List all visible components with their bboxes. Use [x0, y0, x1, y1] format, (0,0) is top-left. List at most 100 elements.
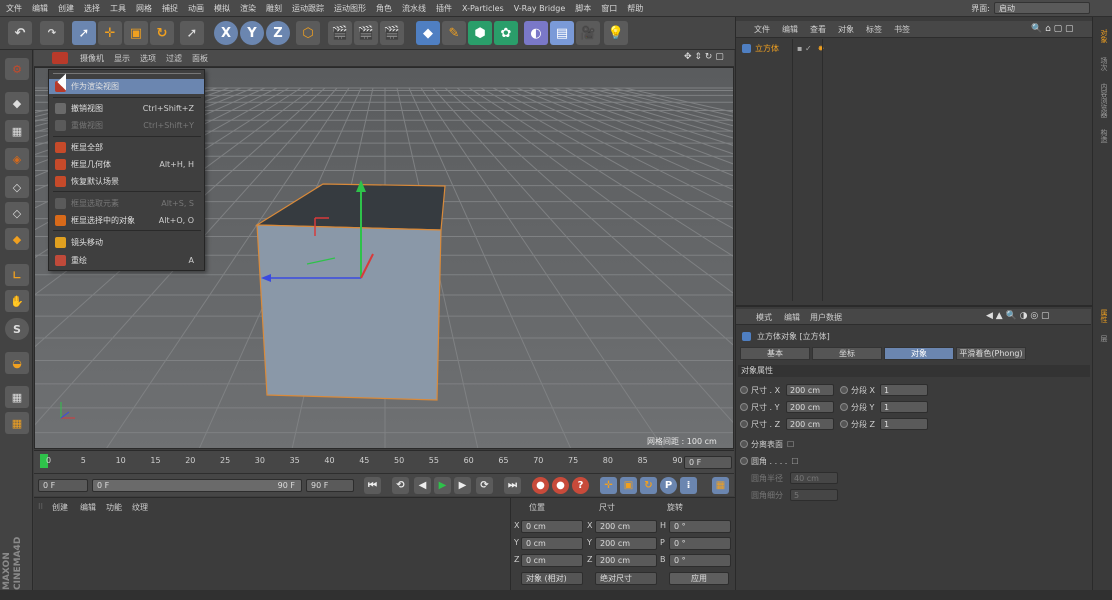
context-item-3[interactable]: 框显全部	[49, 140, 204, 155]
coord-position-field[interactable]: 0 cm	[521, 554, 583, 567]
separate-surfaces-row[interactable]: 分离表面 ☐	[740, 437, 794, 451]
model-mode-icon[interactable]: ◆	[5, 92, 29, 114]
size-radio[interactable]	[740, 403, 748, 411]
make-editable-icon[interactable]: ⚙	[5, 58, 29, 80]
axis-x-button[interactable]: X	[214, 21, 238, 45]
render-picture-viewer-icon[interactable]: 🎬	[354, 21, 378, 45]
attr-menu-edit[interactable]: 编辑	[784, 312, 800, 323]
recent-tool-icon[interactable]: ➚	[180, 21, 204, 45]
object-visibility-icon[interactable]: ▪ ✓	[797, 44, 812, 53]
key-scale-icon[interactable]: ▣	[620, 477, 637, 494]
goto-start-icon[interactable]: ⏮	[364, 477, 381, 494]
attr-tab-3[interactable]: 平滑着色(Phong)	[956, 347, 1026, 360]
timeline-ruler[interactable]: 0 F 0 5 10 15 20 25 30 35 40 45 50 55 60 65 70 75 80 85 90	[34, 450, 734, 473]
attr-menu-userdata[interactable]: 用户数据	[810, 312, 842, 323]
menu-item-9[interactable]: 渲染	[240, 3, 256, 14]
tab-structure[interactable]: 构造	[1097, 129, 1109, 143]
subdivision-surface-icon[interactable]: ⬢	[468, 21, 492, 45]
viewport-nav-icons[interactable]: ✥ ⇕ ↻ ▢	[684, 52, 724, 62]
segment-radio[interactable]	[840, 403, 848, 411]
select-tool-icon[interactable]: ➚	[72, 21, 96, 45]
menu-item-5[interactable]: 网格	[136, 3, 152, 14]
attr-nav-icons[interactable]: ◀ ▲ 🔍 ◑ ◎ ▢	[986, 311, 1050, 321]
fillet-row[interactable]: 圆角 . . . . ☐	[740, 454, 799, 468]
coordinate-system-icon[interactable]: ⬡	[296, 21, 320, 45]
fillet-sub-field[interactable]: 5	[790, 489, 838, 501]
tab-content-browser[interactable]: 内容浏览器	[1097, 83, 1109, 118]
fillet-radio[interactable]	[740, 457, 748, 465]
render-view-icon[interactable]: 🎬	[328, 21, 352, 45]
obj-menu-view[interactable]: 查看	[810, 24, 826, 35]
size-radio[interactable]	[740, 420, 748, 428]
cube-icon[interactable]: ◆	[416, 21, 440, 45]
size-radio[interactable]	[740, 386, 748, 394]
size-field[interactable]: 200 cm	[786, 418, 834, 430]
menu-item-6[interactable]: 捕捉	[162, 3, 178, 14]
auto-key-icon[interactable]: ●	[552, 477, 569, 494]
material-menu-function[interactable]: 功能	[106, 502, 122, 513]
context-item-7[interactable]: 框显选择中的对象 Alt+O, O	[49, 213, 204, 228]
play-icon[interactable]: ▶	[434, 477, 451, 494]
menu-item-2[interactable]: 创建	[58, 3, 74, 14]
magnet-icon[interactable]: ◒	[5, 352, 29, 374]
floor-icon[interactable]: ▤	[550, 21, 574, 45]
obj-menu-tag[interactable]: 标签	[866, 24, 882, 35]
attr-tab-2[interactable]: 对象	[884, 347, 954, 360]
key-rotation-icon[interactable]: ↻	[640, 477, 657, 494]
axis-y-button[interactable]: Y	[240, 21, 264, 45]
next-key-icon[interactable]: ⟳	[476, 477, 493, 494]
menu-item-19[interactable]: 窗口	[601, 3, 617, 14]
obj-menu-edit[interactable]: 编辑	[782, 24, 798, 35]
coord-position-field[interactable]: 0 cm	[521, 520, 583, 533]
end-frame-field[interactable]: 90 F	[306, 479, 354, 492]
obj-menu-file[interactable]: 文件	[754, 24, 770, 35]
segment-field[interactable]: 1	[880, 401, 928, 413]
axis-mode-icon[interactable]: ∟	[5, 264, 29, 286]
menu-item-18[interactable]: 脚本	[575, 3, 591, 14]
object-manager-search-icons[interactable]: 🔍 ⌂ ▢ ▢	[1031, 24, 1074, 34]
scale-tool-icon[interactable]: ▣	[124, 21, 148, 45]
menu-item-17[interactable]: V-Ray Bridge	[514, 4, 566, 13]
material-menu-edit[interactable]: 编辑	[80, 502, 96, 513]
cloner-icon[interactable]: ✿	[494, 21, 518, 45]
menu-item-15[interactable]: 插件	[436, 3, 452, 14]
obj-menu-object[interactable]: 对象	[838, 24, 854, 35]
coord-size-field[interactable]: 200 cm	[595, 554, 657, 567]
pen-spline-icon[interactable]: ✎	[442, 21, 466, 45]
layout-selector[interactable]: 界面: 启动	[971, 2, 1090, 14]
segment-field[interactable]: 1	[880, 384, 928, 396]
context-item-9[interactable]: 重绘 A	[49, 253, 204, 268]
tab-objects[interactable]: 对象	[1097, 29, 1109, 43]
menu-item-14[interactable]: 流水线	[402, 3, 426, 14]
viewport-menu-3[interactable]: 过滤	[166, 53, 182, 64]
attr-tab-1[interactable]: 坐标	[812, 347, 882, 360]
coord-size-field[interactable]: 200 cm	[595, 520, 657, 533]
menu-item-11[interactable]: 运动跟踪	[292, 3, 324, 14]
prev-frame-icon[interactable]: ◀	[414, 477, 431, 494]
context-item-4[interactable]: 框显几何体 Alt+H, H	[49, 157, 204, 172]
coord-size-field[interactable]: 200 cm	[595, 537, 657, 550]
prev-key-icon[interactable]: ⟲	[392, 477, 409, 494]
record-icon[interactable]: ●	[532, 477, 549, 494]
frame-range-slider[interactable]: 0 F 90 F	[92, 479, 302, 492]
apply-button[interactable]: 应用	[669, 572, 729, 585]
menu-item-13[interactable]: 角色	[376, 3, 392, 14]
viewport-menu-1[interactable]: 显示	[114, 53, 130, 64]
tweak-mode-icon[interactable]: ✋	[5, 290, 29, 312]
menu-item-20[interactable]: 帮助	[627, 3, 643, 14]
obj-menu-bookmark[interactable]: 书签	[894, 24, 910, 35]
menu-item-0[interactable]: 文件	[6, 3, 22, 14]
attr-tab-0[interactable]: 基本	[740, 347, 810, 360]
attr-menu-mode[interactable]: 模式	[756, 312, 772, 323]
redo-icon[interactable]: ↷	[40, 21, 64, 45]
rotate-tool-icon[interactable]: ↻	[150, 21, 174, 45]
texture-mode-icon[interactable]: ▦	[5, 120, 29, 142]
view-menu-icon[interactable]	[52, 52, 68, 64]
light-icon[interactable]: 💡	[604, 21, 628, 45]
viewport-menu-0[interactable]: 摄像机	[80, 53, 104, 64]
separate-radio[interactable]	[740, 440, 748, 448]
move-tool-icon[interactable]: ✛	[98, 21, 122, 45]
menu-item-3[interactable]: 选择	[84, 3, 100, 14]
menu-item-16[interactable]: X-Particles	[462, 4, 504, 13]
menu-item-10[interactable]: 雕刻	[266, 3, 282, 14]
